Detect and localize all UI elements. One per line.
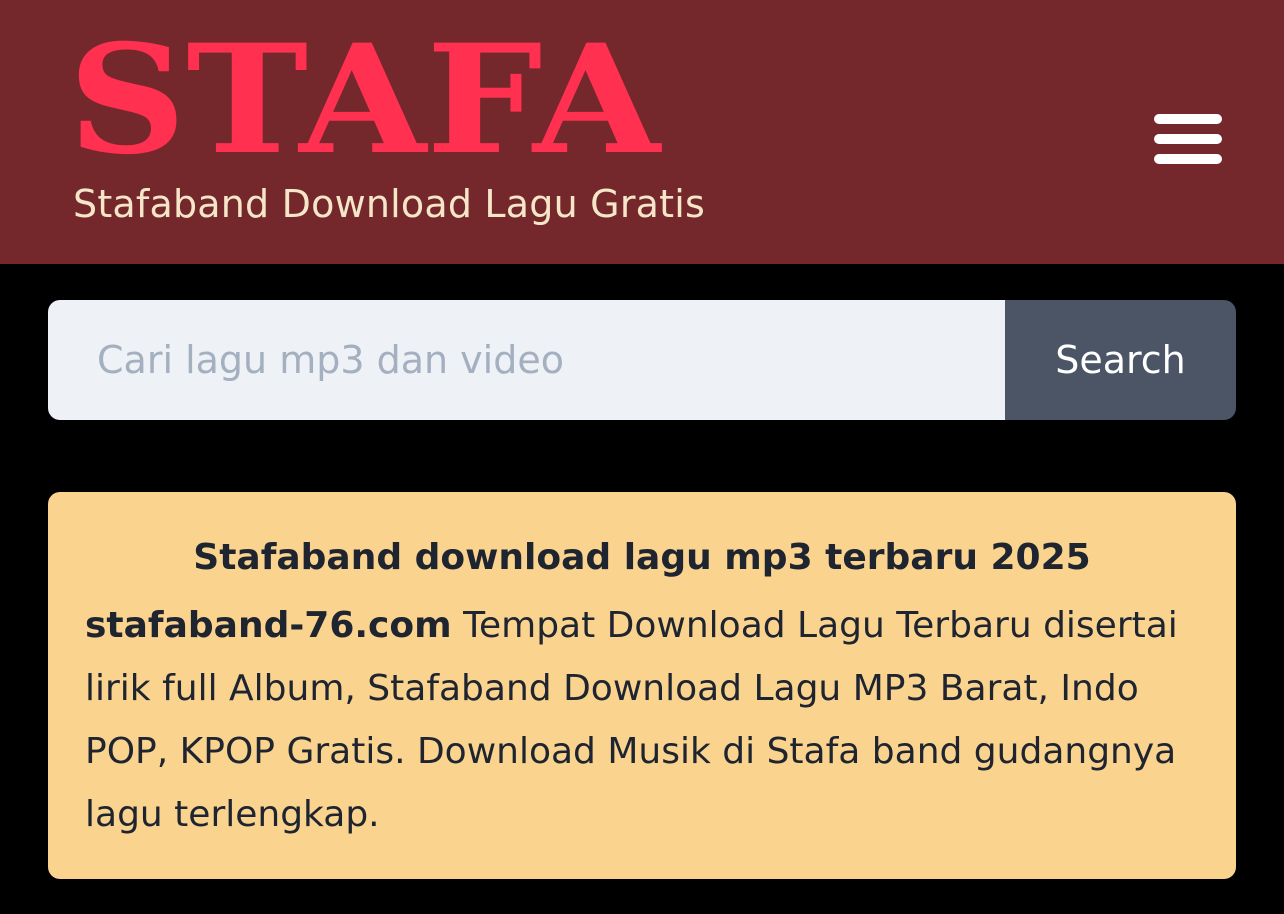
site-header: STAFA Stafaband Download Lagu Gratis (0, 0, 1284, 264)
stafa-logo: STAFA (68, 40, 662, 164)
site-tagline: Stafaband Download Lagu Gratis (73, 182, 705, 226)
search-input[interactable] (48, 300, 1005, 420)
info-description: stafaband-76.com Tempat Download Lagu Te… (85, 594, 1199, 846)
logo-text: STAFA (68, 40, 662, 164)
menu-bar-top (1154, 114, 1222, 124)
menu-bar-middle (1154, 134, 1222, 144)
search-form: Search (48, 300, 1236, 420)
menu-bar-bottom (1154, 154, 1222, 164)
info-title: Stafaband download lagu mp3 terbaru 2025 (193, 537, 1091, 578)
hamburger-menu-icon[interactable] (1150, 110, 1226, 168)
site-name: stafaband-76.com (85, 605, 452, 646)
info-card: Stafaband download lagu mp3 terbaru 2025… (48, 492, 1236, 879)
search-button[interactable]: Search (1005, 300, 1236, 420)
